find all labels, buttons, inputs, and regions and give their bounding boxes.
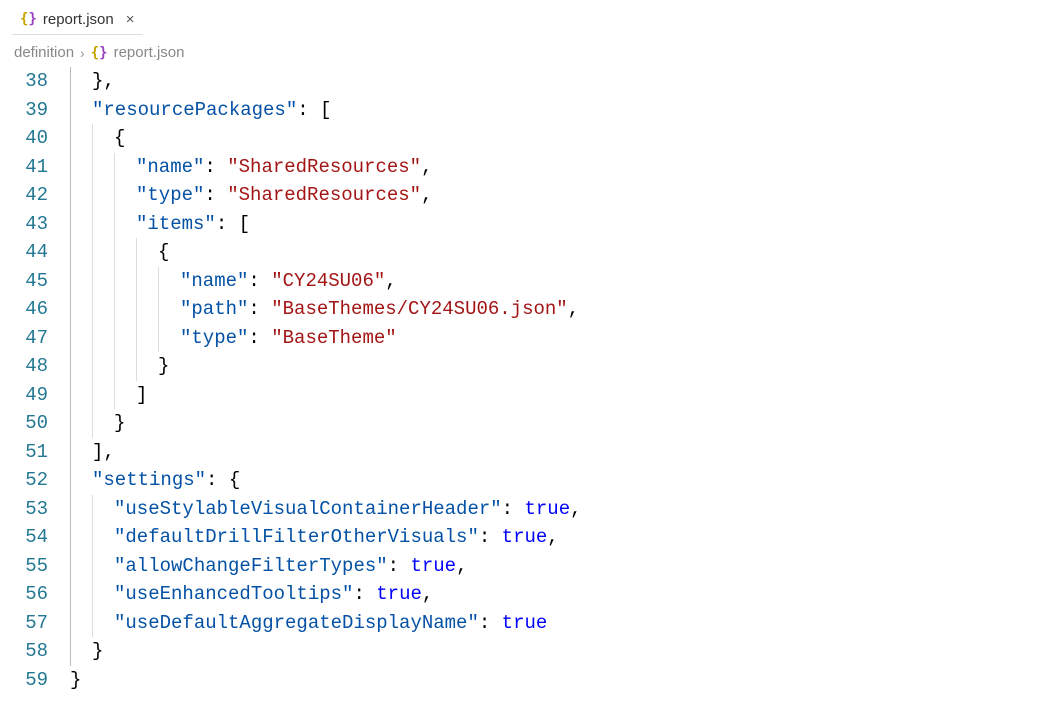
breadcrumb[interactable]: definition › {} report.json (0, 40, 1048, 67)
line-number: 45 (6, 267, 48, 296)
code-line[interactable]: "allowChangeFilterTypes": true, (70, 552, 1048, 581)
line-number: 59 (6, 666, 48, 695)
line-number: 39 (6, 96, 48, 125)
line-number: 49 (6, 381, 48, 410)
code-line[interactable]: { (70, 124, 1048, 153)
line-number: 58 (6, 637, 48, 666)
line-number: 51 (6, 438, 48, 467)
code-line[interactable]: "useDefaultAggregateDisplayName": true (70, 609, 1048, 638)
code-line[interactable]: "useEnhancedTooltips": true, (70, 580, 1048, 609)
line-number: 42 (6, 181, 48, 210)
code-line[interactable]: "useStylableVisualContainerHeader": true… (70, 495, 1048, 524)
line-number: 53 (6, 495, 48, 524)
line-number: 43 (6, 210, 48, 239)
line-number: 47 (6, 324, 48, 353)
code-line[interactable]: "name": "CY24SU06", (70, 267, 1048, 296)
line-number: 56 (6, 580, 48, 609)
line-number: 46 (6, 295, 48, 324)
tab-bar: {} report.json × (0, 0, 1048, 40)
code-content[interactable]: },"resourcePackages": [{"name": "SharedR… (70, 67, 1048, 694)
code-line[interactable]: } (70, 666, 1048, 695)
code-line[interactable]: ], (70, 438, 1048, 467)
line-number: 54 (6, 523, 48, 552)
code-line[interactable]: "settings": { (70, 466, 1048, 495)
line-number: 40 (6, 124, 48, 153)
tab-filename: report.json (43, 11, 114, 28)
line-number: 57 (6, 609, 48, 638)
line-number: 41 (6, 153, 48, 182)
line-number: 38 (6, 67, 48, 96)
json-file-icon: {} (20, 11, 37, 27)
tab-report-json[interactable]: {} report.json × (12, 5, 143, 35)
code-editor[interactable]: 3839404142434445464748495051525354555657… (0, 67, 1048, 694)
chevron-right-icon: › (80, 45, 85, 61)
code-line[interactable]: ] (70, 381, 1048, 410)
code-line[interactable]: "name": "SharedResources", (70, 153, 1048, 182)
line-number: 52 (6, 466, 48, 495)
line-number: 55 (6, 552, 48, 581)
line-number: 44 (6, 238, 48, 267)
code-line[interactable]: } (70, 637, 1048, 666)
json-file-icon: {} (91, 45, 108, 61)
code-line[interactable]: { (70, 238, 1048, 267)
code-line[interactable]: "type": "BaseTheme" (70, 324, 1048, 353)
code-line[interactable]: "path": "BaseThemes/CY24SU06.json", (70, 295, 1048, 324)
line-number-gutter: 3839404142434445464748495051525354555657… (6, 67, 70, 694)
code-line[interactable]: "resourcePackages": [ (70, 96, 1048, 125)
code-line[interactable]: "items": [ (70, 210, 1048, 239)
breadcrumb-folder[interactable]: definition (14, 44, 74, 61)
code-line[interactable]: "type": "SharedResources", (70, 181, 1048, 210)
line-number: 50 (6, 409, 48, 438)
close-icon[interactable]: × (126, 11, 135, 28)
code-line[interactable]: } (70, 352, 1048, 381)
code-line[interactable]: }, (70, 67, 1048, 96)
breadcrumb-file[interactable]: report.json (114, 44, 185, 61)
code-line[interactable]: } (70, 409, 1048, 438)
line-number: 48 (6, 352, 48, 381)
code-line[interactable]: "defaultDrillFilterOtherVisuals": true, (70, 523, 1048, 552)
